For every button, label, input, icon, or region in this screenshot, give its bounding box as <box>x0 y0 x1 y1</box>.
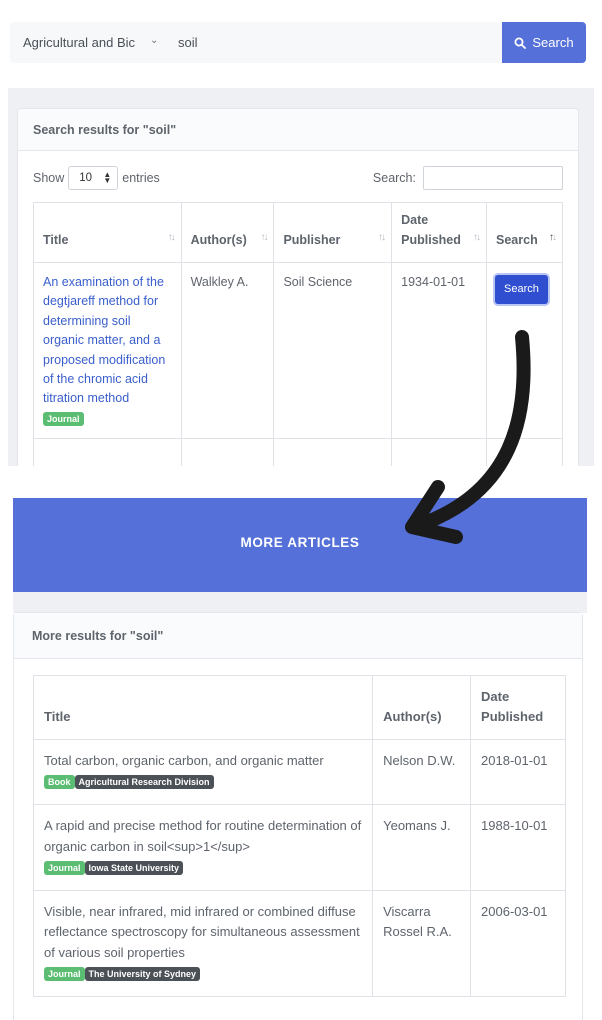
entries-select[interactable]: 10 ▲ ▼ <box>68 166 119 190</box>
type-badge: Journal <box>44 966 85 981</box>
table-controls: Show 10 ▲ ▼ entries Search: <box>33 165 563 191</box>
search-cell: Search <box>486 261 563 440</box>
date-cell: 1934-01-01 <box>391 261 488 440</box>
table-row: A rapid and precise method for routine d… <box>32 804 566 891</box>
table-search-input[interactable] <box>423 166 563 190</box>
type-badge: Book <box>44 775 75 790</box>
author-cell: Walkley A. <box>180 261 275 440</box>
table-row: An examination of the degtjareff method … <box>33 261 563 440</box>
column-header-search[interactable]: Search ↑↓ <box>486 202 563 263</box>
banner-label: MORE ARTICLES <box>240 535 360 550</box>
more-articles-banner: MORE ARTICLES <box>13 498 587 613</box>
row-search-button[interactable]: Search <box>495 275 548 305</box>
article-link[interactable]: An examination of the degtjareff method … <box>43 275 165 405</box>
category-select[interactable]: Agricultural and Bic ⌄ <box>10 22 170 63</box>
type-badge: Journal <box>43 411 84 426</box>
chevron-down-icon: ⌄ <box>150 35 159 46</box>
author-cell: Yeomans J. <box>372 804 472 891</box>
more-results-header: More results for "soil" <box>14 613 582 659</box>
top-search-bar: Agricultural and Bic ⌄ soil Search <box>10 22 586 63</box>
sort-arrows-icon: ↑↓ <box>260 232 268 243</box>
publisher-cell: Soil Science <box>273 261 393 440</box>
article-title[interactable]: Visible, near infrared, mid infrared or … <box>44 904 360 960</box>
updown-icon: ▲ ▼ <box>103 170 112 185</box>
column-header-title[interactable]: Title ↑↓ <box>33 202 182 263</box>
sort-arrows-icon: ↑↓ <box>549 232 557 243</box>
date-cell: 2018-01-01 <box>470 739 566 805</box>
table-row: Total carbon, organic carbon, and organi… <box>32 739 566 805</box>
date-cell: 2006-03-01 <box>470 889 566 997</box>
type-badge: Journal <box>44 860 85 875</box>
table-search-label: Search: <box>372 171 416 185</box>
title-cell: Total carbon, organic carbon, and organi… <box>32 739 374 805</box>
results-card-header: Search results for "soil" <box>18 109 578 151</box>
article-title[interactable]: A rapid and precise method for routine d… <box>44 818 361 854</box>
results-card: Search results for "soil" Show 10 ▲ ▼ ent… <box>17 108 579 466</box>
top-search-button-label: Search <box>532 35 574 50</box>
author-cell: Nelson D.W. <box>372 739 472 805</box>
title-cell: A rapid and precise method for routine d… <box>32 804 374 891</box>
sort-arrows-icon: ↑↓ <box>473 232 481 243</box>
more-results-table: Title Author(s) Date Published Total car… <box>32 675 566 997</box>
column-header-authors[interactable]: Author(s) ↑↓ <box>180 202 275 263</box>
category-select-value: Agricultural and Bic <box>23 35 135 50</box>
table-search: Search: <box>373 165 563 191</box>
entries-select-value: 10 <box>79 172 93 184</box>
results-table: Title ↑↓ Author(s) ↑↓ Publisher ↑↓ Date Pub… <box>33 202 563 466</box>
banner-strip <box>13 592 587 613</box>
table-row <box>33 438 563 466</box>
date-cell: 1988-10-01 <box>470 804 566 891</box>
entries-control: Show 10 ▲ ▼ entries <box>33 165 160 191</box>
title-cell: Visible, near infrared, mid infrared or … <box>32 889 374 997</box>
publisher-badge: Agricultural Research Division <box>74 775 214 790</box>
column-header-publisher[interactable]: Publisher ↑↓ <box>273 202 393 263</box>
entries-label: entries <box>122 171 160 185</box>
column-header-authors[interactable]: Author(s) <box>372 675 472 740</box>
article-title[interactable]: Total carbon, organic carbon, and organi… <box>44 753 324 768</box>
title-cell: An examination of the degtjareff method … <box>33 261 182 440</box>
sort-arrows-icon: ↑↓ <box>378 232 386 243</box>
sort-arrows-icon: ↑↓ <box>167 232 176 243</box>
search-icon <box>514 37 527 49</box>
publisher-badge: The University of Sydney <box>84 966 201 981</box>
table-header-row: Title ↑↓ Author(s) ↑↓ Publisher ↑↓ Date Pub… <box>33 202 563 263</box>
column-header-date[interactable]: Date Published <box>470 675 566 740</box>
publisher-badge: Iowa State University <box>84 860 184 875</box>
table-row: Visible, near infrared, mid infrared or … <box>32 889 566 997</box>
author-cell: Viscarra Rossel R.A. <box>372 889 472 997</box>
column-header-title[interactable]: Title <box>32 675 374 740</box>
search-input[interactable]: soil <box>178 22 198 63</box>
table-header-row: Title Author(s) Date Published <box>32 675 566 740</box>
column-header-date[interactable]: Date Published ↑↓ <box>391 202 488 263</box>
top-search-button[interactable]: Search <box>502 22 586 63</box>
show-label: Show <box>33 171 65 185</box>
more-results-card: More results for "soil" Title Author(s) … <box>13 612 583 1020</box>
